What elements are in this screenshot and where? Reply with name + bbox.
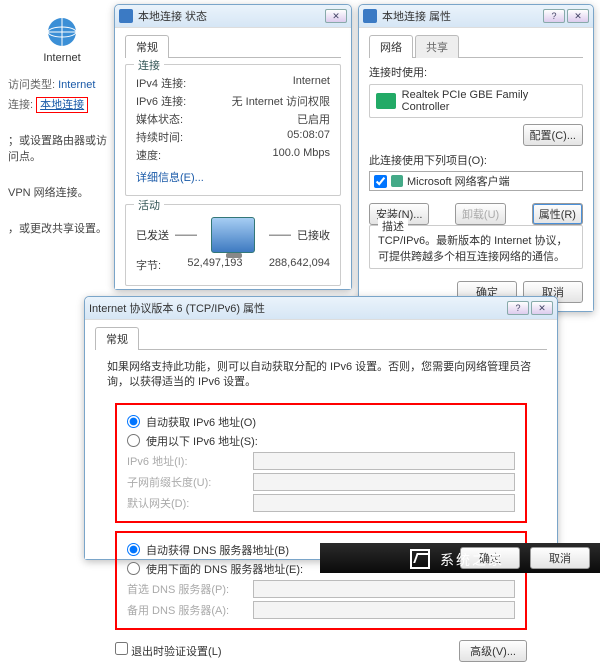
item-properties-button[interactable]: 属性(R) [532,203,583,225]
ipv4-row: IPv4 连接:Internet [136,75,330,91]
help-icon[interactable]: ? [543,9,565,23]
items-label: 此连接使用下列项目(O): [369,152,583,168]
media-row: 媒体状态:已启用 [136,111,330,127]
ipv6-title: Internet 协议版本 6 (TCP/IPv6) 属性 [89,300,265,316]
connection-group: 连接 IPv4 连接:Internet IPv6 连接:无 Internet 访… [125,64,341,196]
ipv6-titlebar[interactable]: Internet 协议版本 6 (TCP/IPv6) 属性 ? ✕ [85,297,557,319]
adapter-name: Realtek PCIe GBE Family Controller [402,89,576,113]
close-icon[interactable]: ✕ [567,9,589,23]
props-titlebar[interactable]: 本地连接 属性 ? ✕ [359,5,593,27]
site-logo-icon [410,549,430,569]
help-icon[interactable]: ? [507,301,529,315]
close-icon[interactable]: ✕ [531,301,553,315]
ipv6-row: IPv6 连接:无 Internet 访问权限 [136,93,330,109]
properties-window: 本地连接 属性 ? ✕ 网络 共享 连接时使用: Realtek PCIe GB… [358,4,594,312]
close-icon[interactable]: ✕ [325,9,347,23]
validate-checkbox[interactable] [115,642,128,655]
item-checkbox[interactable] [374,175,387,188]
cancel-button[interactable]: 取消 [530,547,590,569]
recv-label: 已接收 [297,227,330,243]
sent-label: 已发送 [136,227,169,243]
radio-manual-ip[interactable] [127,434,140,447]
speed-row: 速度:100.0 Mbps [136,147,330,163]
internet-label: Internet [8,52,116,64]
ipv6-address-field[interactable] [253,452,515,470]
access-type-row: 访问类型: Internet [8,76,116,92]
bg-note-vpn: VPN 网络连接。 [8,184,116,200]
local-connection-link[interactable]: 本地连接 [36,97,88,113]
list-item[interactable]: VMware Bridge Protocol [370,190,582,191]
internet-globe-icon [46,16,78,48]
radio-auto-ip[interactable] [127,415,140,428]
tab-sharing[interactable]: 共享 [415,35,459,58]
connection-row: 连接: 本地连接 [8,96,116,112]
uninstall-button[interactable]: 卸载(U) [455,203,506,225]
prefix-length-field[interactable] [253,473,515,491]
radio-auto-dns[interactable] [127,543,140,556]
props-title: 本地连接 属性 [382,8,451,24]
duration-row: 持续时间:05:08:07 [136,129,330,145]
adapter-box: Realtek PCIe GBE Family Controller [369,84,583,118]
status-title: 本地连接 状态 [138,8,207,24]
list-item[interactable]: Microsoft 网络客户端 [370,172,582,190]
bg-note-router: ；或设置路由器或访问点。 [8,132,116,164]
description-box: 描述 TCP/IPv6。最新版本的 Internet 协议，可提供跨越多个相互连… [369,225,583,269]
client-icon [391,175,403,187]
advanced-button[interactable]: 高级(V)... [459,640,527,662]
tab-general[interactable]: 常规 [95,327,139,350]
adapter-icon [376,93,396,109]
tab-network[interactable]: 网络 [369,35,413,58]
radio-manual-dns[interactable] [127,562,140,575]
ip-address-group: 自动获取 IPv6 地址(O) 使用以下 IPv6 地址(S): IPv6 地址… [115,403,527,523]
conn-using-label: 连接时使用: [369,64,583,80]
control-panel-bg: Internet 访问类型: Internet 连接: 本地连接 ；或设置路由器… [0,0,120,340]
tab-general[interactable]: 常规 [125,35,169,58]
status-window: 本地连接 状态 ✕ 常规 连接 IPv4 连接:Internet IPv6 连接… [114,4,352,290]
items-listbox[interactable]: Microsoft 网络客户端 VMware Bridge Protocol Q… [369,171,583,191]
dash: —— [175,229,197,241]
description-text: TCP/IPv6。最新版本的 Internet 协议，可提供跨越多个相互连接网络… [378,232,574,264]
bg-note-share: ，或更改共享设置。 [8,220,116,236]
props-tabs: 网络 共享 [369,34,583,58]
status-tabs: 常规 [125,34,341,58]
status-titlebar[interactable]: 本地连接 状态 ✕ [115,5,351,27]
gateway-field[interactable] [253,494,515,512]
watermark-footer: 取消 确定 系统之家 [320,543,600,573]
network-icon [363,9,377,23]
bytes-row: 字节:52,497,193288,642,094 [136,257,330,273]
activity-group: 活动 已发送 —— —— 已接收 字节:52,497,193288,642,09… [125,204,341,286]
details-link[interactable]: 详细信息(E)... [136,169,204,185]
ipv6-window: Internet 协议版本 6 (TCP/IPv6) 属性 ? ✕ 常规 如果网… [84,296,558,560]
computer-icon [211,217,255,253]
configure-button[interactable]: 配置(C)... [523,124,583,146]
alternate-dns-field[interactable] [253,601,515,619]
preferred-dns-field[interactable] [253,580,515,598]
ipv6-intro: 如果网络支持此功能，则可以自动获取分配的 IPv6 设置。否则，您需要向网络管理… [107,360,535,391]
dash: —— [269,229,291,241]
ipv6-tabs: 常规 [95,326,547,350]
site-logo-text: 系统之家 [440,550,504,570]
network-icon [119,9,133,23]
